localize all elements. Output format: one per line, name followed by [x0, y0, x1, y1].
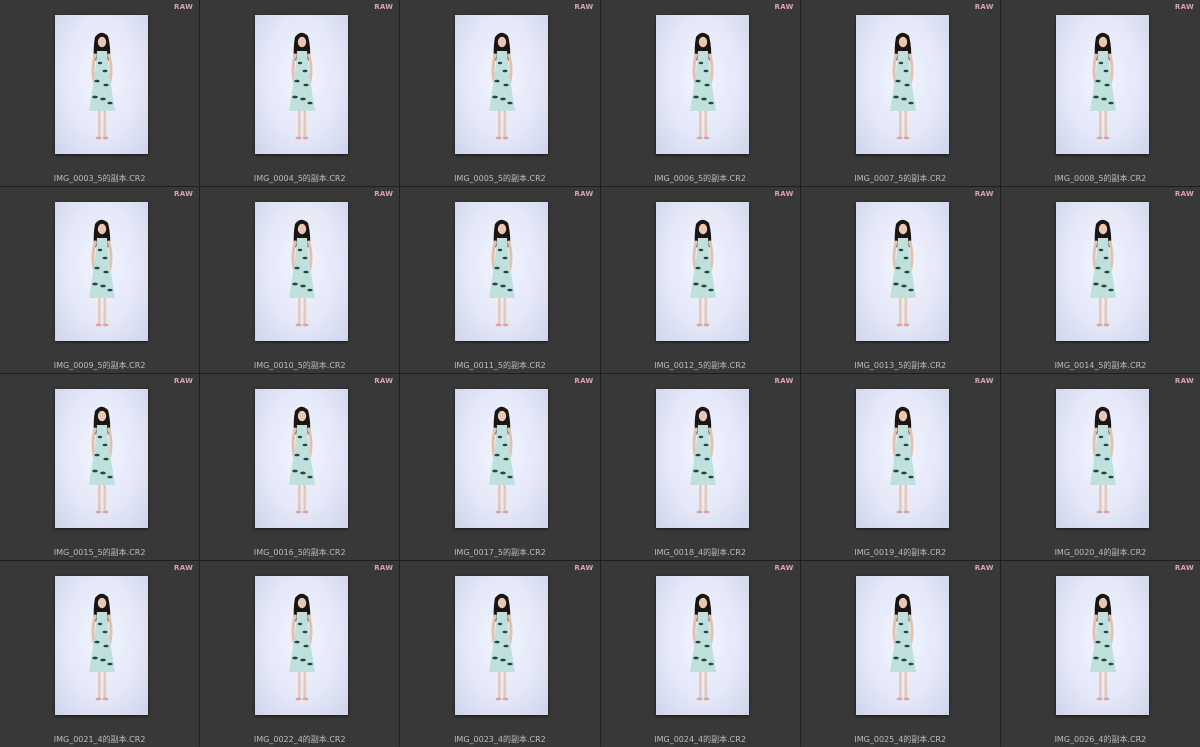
thumbnail-photo-icon[interactable]	[1055, 15, 1149, 154]
thumbnail-photo-icon[interactable]	[55, 576, 148, 715]
raw-badge: RAW	[374, 190, 394, 198]
thumbnail-photo-icon[interactable]	[55, 202, 148, 341]
raw-badge: RAW	[174, 377, 194, 385]
thumbnail-filename: IMG_0022_4的副本.CR2	[253, 735, 346, 744]
raw-badge: RAW	[774, 3, 794, 11]
thumbnail-filename: IMG_0017_5的副本.CR2	[454, 548, 546, 557]
thumbnail-filename: IMG_0004_5的副本.CR2	[253, 174, 346, 183]
thumbnail-filename: IMG_0016_5的副本.CR2	[253, 548, 346, 557]
thumbnail-photo-icon[interactable]	[255, 15, 349, 154]
thumbnail-cell[interactable]: RAW	[0, 561, 200, 747]
raw-badge: RAW	[1174, 190, 1194, 198]
thumbnail-filename: IMG_0009_5的副本.CR2	[53, 361, 146, 370]
thumbnail-cell[interactable]: RAW	[800, 0, 1000, 186]
thumbnail-cell[interactable]: RAW	[200, 0, 400, 186]
raw-badge: RAW	[1174, 564, 1194, 572]
thumbnail-cell[interactable]: RAW	[0, 374, 200, 560]
thumbnail-cell[interactable]: RAW	[600, 561, 800, 747]
thumbnail-photo-icon[interactable]	[655, 15, 749, 154]
raw-badge: RAW	[374, 3, 394, 11]
thumbnail-filename: IMG_0008_5的副本.CR2	[1054, 174, 1147, 183]
thumbnail-cell[interactable]: RAW	[600, 0, 800, 186]
thumbnail-cell[interactable]: RAW	[1000, 187, 1200, 373]
raw-badge: RAW	[174, 3, 194, 11]
thumbnail-filename: IMG_0005_5的副本.CR2	[454, 174, 546, 183]
raw-badge: RAW	[1174, 377, 1194, 385]
thumbnail-filename: IMG_0014_5的副本.CR2	[1054, 361, 1147, 370]
raw-badge: RAW	[574, 190, 594, 198]
raw-badge: RAW	[1174, 3, 1194, 11]
thumbnail-filename: IMG_0013_5的副本.CR2	[854, 361, 947, 370]
thumbnail-photo-icon[interactable]	[855, 576, 949, 715]
thumbnail-photo-icon[interactable]	[255, 576, 349, 715]
thumbnail-cell[interactable]: RAW	[200, 187, 400, 373]
thumbnail-photo-icon[interactable]	[655, 202, 749, 341]
thumbnail-filename: IMG_0012_5的副本.CR2	[654, 361, 746, 370]
raw-badge: RAW	[774, 377, 794, 385]
thumbnail-photo-icon[interactable]	[455, 202, 549, 341]
thumbnail-grid: RAW IMG_0003_5的副本.CR2 RAW IMG_0004_5的副本.…	[0, 0, 1200, 747]
thumbnail-cell[interactable]: RAW	[200, 561, 400, 747]
thumbnail-photo-icon[interactable]	[255, 202, 349, 341]
thumbnail-cell[interactable]: RAW	[800, 561, 1000, 747]
raw-badge: RAW	[974, 377, 994, 385]
raw-badge: RAW	[574, 564, 594, 572]
thumbnail-cell[interactable]: RAW	[800, 187, 1000, 373]
raw-badge: RAW	[574, 377, 594, 385]
raw-badge: RAW	[974, 190, 994, 198]
thumbnail-cell[interactable]: RAW	[400, 187, 600, 373]
thumbnail-cell[interactable]: RAW	[0, 187, 200, 373]
thumbnail-filename: IMG_0018_4的副本.CR2	[654, 548, 746, 557]
thumbnail-filename: IMG_0011_5的副本.CR2	[454, 361, 546, 370]
raw-badge: RAW	[574, 3, 594, 11]
thumbnail-cell[interactable]: RAW	[0, 0, 200, 186]
thumbnail-photo-icon[interactable]	[55, 389, 148, 528]
raw-badge: RAW	[774, 564, 794, 572]
thumbnail-photo-icon[interactable]	[455, 15, 549, 154]
thumbnail-filename: IMG_0015_5的副本.CR2	[53, 548, 146, 557]
thumbnail-photo-icon[interactable]	[255, 389, 349, 528]
raw-badge: RAW	[374, 564, 394, 572]
thumbnail-cell[interactable]: RAW	[800, 374, 1000, 560]
thumbnail-photo-icon[interactable]	[1055, 202, 1149, 341]
thumbnail-filename: IMG_0019_4的副本.CR2	[854, 548, 947, 557]
thumbnail-filename: IMG_0025_4的副本.CR2	[854, 735, 947, 744]
thumbnail-cell[interactable]: RAW	[1000, 561, 1200, 747]
raw-badge: RAW	[974, 3, 994, 11]
thumbnail-photo-icon[interactable]	[1055, 576, 1149, 715]
thumbnail-photo-icon[interactable]	[455, 576, 549, 715]
thumbnail-photo-icon[interactable]	[855, 15, 949, 154]
thumbnail-filename: IMG_0021_4的副本.CR2	[53, 735, 146, 744]
thumbnail-filename: IMG_0007_5的副本.CR2	[854, 174, 947, 183]
thumbnail-cell[interactable]: RAW	[1000, 374, 1200, 560]
thumbnail-cell[interactable]: RAW	[600, 187, 800, 373]
raw-badge: RAW	[374, 377, 394, 385]
thumbnail-cell[interactable]: RAW	[1000, 0, 1200, 186]
thumbnail-cell[interactable]: RAW	[400, 0, 600, 186]
thumbnail-filename: IMG_0010_5的副本.CR2	[253, 361, 346, 370]
thumbnail-photo-icon[interactable]	[855, 202, 949, 341]
thumbnail-filename: IMG_0020_4的副本.CR2	[1054, 548, 1147, 557]
thumbnail-filename: IMG_0023_4的副本.CR2	[454, 735, 546, 744]
thumbnail-cell[interactable]: RAW	[600, 374, 800, 560]
thumbnail-photo-icon[interactable]	[855, 389, 949, 528]
thumbnail-filename: IMG_0024_4的副本.CR2	[654, 735, 746, 744]
thumbnail-photo-icon[interactable]	[655, 576, 749, 715]
thumbnail-photo-icon[interactable]	[455, 389, 549, 528]
thumbnail-cell[interactable]: RAW	[400, 561, 600, 747]
raw-badge: RAW	[174, 564, 194, 572]
thumbnail-photo-icon[interactable]	[1055, 389, 1149, 528]
thumbnail-cell[interactable]: RAW	[200, 374, 400, 560]
thumbnail-photo-icon[interactable]	[655, 389, 749, 528]
raw-badge: RAW	[774, 190, 794, 198]
raw-badge: RAW	[974, 564, 994, 572]
thumbnail-cell[interactable]: RAW	[400, 374, 600, 560]
thumbnail-filename: IMG_0006_5的副本.CR2	[654, 174, 746, 183]
thumbnail-photo-icon[interactable]	[55, 15, 148, 154]
thumbnail-filename: IMG_0026_4的副本.CR2	[1054, 735, 1147, 744]
thumbnail-filename: IMG_0003_5的副本.CR2	[53, 174, 146, 183]
raw-badge: RAW	[174, 190, 194, 198]
